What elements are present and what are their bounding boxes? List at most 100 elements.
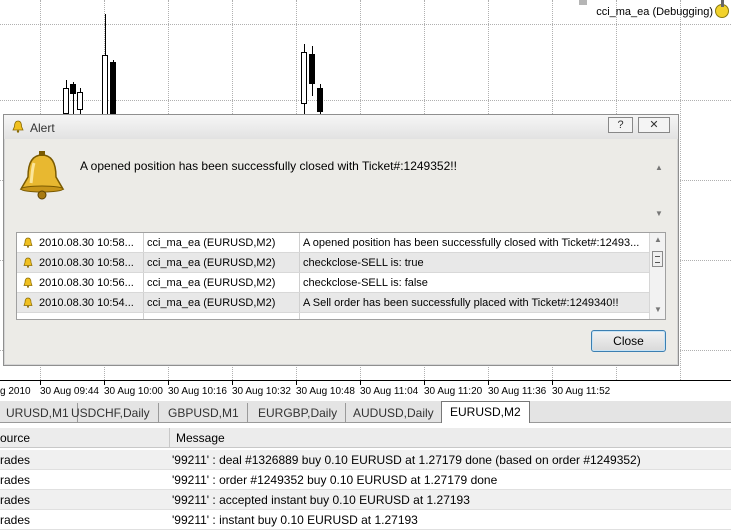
- log-message: '99211' : deal #1326889 buy 0.10 EURUSD …: [172, 453, 641, 467]
- alert-message-area: A opened position has been successfully …: [76, 147, 666, 225]
- alert-row-message: checkclose-SELL is: true: [303, 257, 424, 269]
- tab-eurusd-m2[interactable]: EURUSD,M2: [441, 401, 530, 423]
- scroll-down-icon[interactable]: ▼: [654, 305, 662, 314]
- alert-history-row[interactable]: [17, 313, 651, 319]
- chart-marker: [579, 0, 587, 5]
- alert-row-message: A Sell order has been successfully place…: [303, 297, 619, 309]
- tab-usdchf-daily[interactable]: USDCHF,Daily: [63, 403, 159, 422]
- alert-list-scrollbar[interactable]: ▲ ▼: [649, 233, 665, 319]
- dialog-titlebar[interactable]: Alert ? ✕: [4, 115, 678, 139]
- tab-audusd-daily[interactable]: AUDUSD,Daily: [345, 403, 443, 422]
- alert-history-list: 2010.08.30 10:58... cci_ma_ea (EURUSD,M2…: [16, 232, 666, 320]
- log-row[interactable]: rades '99211' : deal #1326889 buy 0.10 E…: [0, 450, 731, 470]
- time-label: 30 Aug 11:04: [360, 386, 419, 397]
- bell-icon: [23, 277, 33, 288]
- scroll-up-icon[interactable]: ▲: [654, 235, 662, 244]
- tab-eurgbp-daily[interactable]: EURGBP,Daily: [250, 403, 347, 422]
- time-tick: [552, 381, 553, 385]
- column-divider: [299, 233, 300, 252]
- time-label: 30 Aug 11:20: [424, 386, 483, 397]
- candle-body: [63, 88, 69, 114]
- message-column-header[interactable]: Message: [176, 431, 225, 445]
- time-tick: [168, 381, 169, 385]
- time-label: 30 Aug 10:16: [168, 386, 227, 397]
- candle-body: [102, 55, 108, 117]
- time-tick: [424, 381, 425, 385]
- close-x-button[interactable]: ✕: [638, 117, 670, 133]
- bell-icon: [23, 257, 33, 268]
- bell-icon: [23, 237, 33, 248]
- candle-body: [301, 52, 307, 104]
- time-label: 30 Aug 10:32: [232, 386, 291, 397]
- time-label: 30 Aug 11:36: [488, 386, 547, 397]
- time-tick: [296, 381, 297, 385]
- log-message: '99211' : instant buy 0.10 EURUSD at 1.2…: [172, 513, 418, 527]
- column-divider: [143, 273, 144, 292]
- alert-history-row[interactable]: 2010.08.30 10:58... cci_ma_ea (EURUSD,M2…: [17, 253, 651, 273]
- time-tick: [232, 381, 233, 385]
- column-divider: [143, 313, 144, 319]
- scrollbar-thumb[interactable]: [652, 251, 663, 267]
- bell-icon: [23, 297, 33, 308]
- candle-body: [70, 84, 76, 94]
- scroll-up-icon[interactable]: ▲: [655, 163, 663, 172]
- alert-expert: cci_ma_ea (EURUSD,M2): [147, 257, 276, 269]
- log-message: '99211' : order #1249352 buy 0.10 EURUSD…: [172, 473, 498, 487]
- source-column-header[interactable]: ource: [0, 431, 30, 445]
- time-label: 30 Aug 10:48: [296, 386, 355, 397]
- log-source: rades: [0, 473, 31, 487]
- candle-body: [317, 88, 323, 112]
- log-source: rades: [0, 493, 31, 507]
- time-label: 30 Aug 11:52: [552, 386, 611, 397]
- log-row[interactable]: rades '99211' : order #1249352 buy 0.10 …: [0, 470, 731, 490]
- ea-label: cci_ma_ea (Debugging): [596, 6, 713, 18]
- column-divider[interactable]: [169, 428, 170, 448]
- time-axis: g 2010 30 Aug 09:44 30 Aug 10:00 30 Aug …: [0, 380, 731, 400]
- alert-history-row[interactable]: 2010.08.30 10:54... cci_ma_ea (EURUSD,M2…: [17, 293, 651, 313]
- scroll-down-icon[interactable]: ▼: [655, 209, 663, 218]
- alert-row-message: checkclose-SELL is: false: [303, 277, 428, 289]
- expert-smile-icon[interactable]: [715, 0, 729, 18]
- time-tick: [104, 381, 105, 385]
- time-tick: [40, 381, 41, 385]
- log-header: ource Message: [0, 428, 731, 448]
- dialog-title: Alert: [30, 121, 55, 135]
- column-divider: [299, 273, 300, 292]
- alert-message: A opened position has been successfully …: [80, 159, 457, 173]
- time-tick: [488, 381, 489, 385]
- bell-icon: [12, 120, 24, 133]
- grid-line: [0, 24, 731, 25]
- alert-history-row[interactable]: 2010.08.30 10:58... cci_ma_ea (EURUSD,M2…: [17, 233, 651, 253]
- log-source: rades: [0, 513, 31, 527]
- chart-tab-bar: URUSD,M1 USDCHF,Daily GBPUSD,M1 EURGBP,D…: [0, 401, 731, 423]
- help-button[interactable]: ?: [608, 117, 633, 133]
- log-row[interactable]: rades '99211' : instant buy 0.10 EURUSD …: [0, 510, 731, 530]
- journal-log: ource Message rades '99211' : deal #1326…: [0, 428, 731, 531]
- time-label: 30 Aug 10:00: [104, 386, 163, 397]
- large-bell-icon: [19, 151, 65, 200]
- column-divider: [143, 233, 144, 252]
- grid-line: [680, 0, 681, 380]
- log-message: '99211' : accepted instant buy 0.10 EURU…: [172, 493, 470, 507]
- message-scrollbar[interactable]: ▲ ▼: [652, 147, 666, 225]
- candle-body: [309, 54, 315, 84]
- alert-time: 2010.08.30 10:58...: [39, 257, 134, 269]
- log-row[interactable]: rades '99211' : accepted instant buy 0.1…: [0, 490, 731, 510]
- alert-expert: cci_ma_ea (EURUSD,M2): [147, 297, 276, 309]
- time-label: 30 Aug 09:44: [40, 386, 99, 397]
- candle-body: [110, 62, 116, 118]
- alert-dialog: Alert ? ✕ A opened position has been suc…: [3, 114, 679, 366]
- candle-body: [77, 92, 83, 110]
- log-source: rades: [0, 453, 31, 467]
- time-label: g 2010: [0, 386, 31, 397]
- tab-gbpusd-m1[interactable]: GBPUSD,M1: [160, 403, 248, 422]
- column-divider: [299, 253, 300, 272]
- column-divider: [143, 293, 144, 312]
- column-divider: [143, 253, 144, 272]
- alert-history-row[interactable]: 2010.08.30 10:56... cci_ma_ea (EURUSD,M2…: [17, 273, 651, 293]
- column-divider: [299, 293, 300, 312]
- alert-time: 2010.08.30 10:54...: [39, 297, 134, 309]
- alert-expert: cci_ma_ea (EURUSD,M2): [147, 277, 276, 289]
- close-button[interactable]: Close: [591, 330, 666, 352]
- alert-time: 2010.08.30 10:56...: [39, 277, 134, 289]
